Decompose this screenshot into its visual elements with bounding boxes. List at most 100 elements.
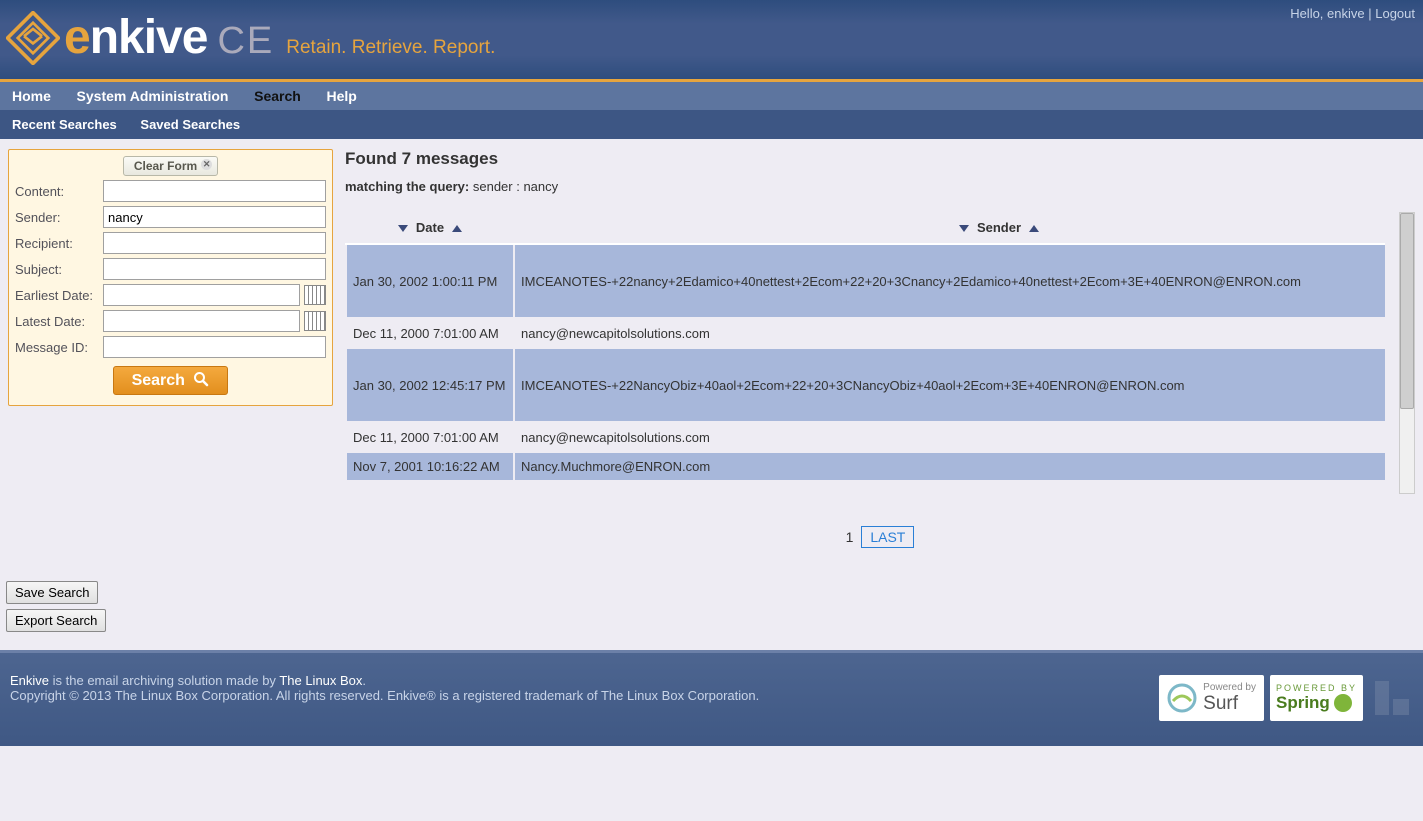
earliest-date-label: Earliest Date:: [15, 288, 103, 303]
cell-sender: Nancy.Muchmore@ENRON.com: [514, 452, 1401, 481]
surf-logo-icon: [1167, 683, 1197, 713]
nav-system-administration[interactable]: System Administration: [77, 88, 229, 104]
search-form-panel: Clear Form Content: Sender: Recipient: S…: [8, 149, 333, 406]
surf-badge[interactable]: Powered by Surf: [1159, 675, 1264, 721]
col-sender-header[interactable]: Sender: [514, 212, 1401, 244]
message-id-label: Message ID:: [15, 340, 103, 355]
cell-date: Nov 7, 2001 10:16:22 AM: [346, 452, 514, 481]
save-search-button[interactable]: Save Search: [6, 581, 98, 604]
cell-sender: IMCEANOTES-+22nancy+2Edamico+40nettest+2…: [514, 244, 1401, 318]
footer-text-1b: is the email archiving solution made by: [49, 673, 279, 688]
nav-search[interactable]: Search: [254, 88, 301, 104]
nav-home[interactable]: Home: [12, 88, 51, 104]
spring-powered-by: POWERED BY: [1276, 683, 1357, 693]
surf-name: Surf: [1203, 693, 1256, 715]
query-label: matching the query:: [345, 179, 469, 194]
edition-label: CE: [217, 20, 274, 63]
clear-form-button[interactable]: Clear Form: [123, 156, 218, 176]
scrollbar-thumb[interactable]: [1400, 213, 1414, 409]
results-table-scroll[interactable]: Date Sender: [345, 212, 1401, 511]
spring-name: Spring: [1276, 693, 1330, 713]
cell-date: [346, 481, 514, 510]
results-table: Date Sender: [345, 212, 1401, 511]
table-row[interactable]: Nov 7, 2001 10:16:22 AM Nancy.Muchmore@E…: [346, 452, 1401, 481]
query-text: sender : nancy: [469, 179, 558, 194]
search-button[interactable]: Search: [113, 366, 229, 395]
results-area: Found 7 messages matching the query: sen…: [345, 149, 1415, 563]
cell-sender: IMCEANOTES-+22NancyObiz+40aol+2Ecom+22+2…: [514, 348, 1401, 422]
col-sender-label: Sender: [977, 220, 1021, 235]
search-button-label: Search: [132, 372, 185, 389]
table-row[interactable]: Dec 11, 2000 7:01:00 AM nancy@newcapitol…: [346, 318, 1401, 348]
cell-date: Dec 11, 2000 7:01:00 AM: [346, 422, 514, 452]
logo-area: enkive CE Retain. Retrieve. Report.: [0, 0, 1423, 65]
cell-sender: nancy@newcapitolsolutions.com: [514, 422, 1401, 452]
page-last-link[interactable]: LAST: [861, 526, 914, 548]
linuxbox-logo-icon: [1369, 675, 1415, 721]
footer-enkive-link[interactable]: Enkive: [10, 673, 49, 688]
main-nav: Home System Administration Search Help: [0, 82, 1423, 110]
greeting-text: Hello, enkive: [1290, 6, 1364, 21]
query-line: matching the query: sender : nancy: [345, 179, 1415, 194]
recipient-label: Recipient:: [15, 236, 103, 251]
table-row[interactable]: Dec 11, 2000 7:01:00 AM nancy@newcapitol…: [346, 422, 1401, 452]
enkive-logo-icon: [6, 11, 60, 65]
user-bar: Hello, enkive | Logout: [1290, 6, 1415, 21]
cell-sender: [514, 481, 1401, 510]
brand-initial: e: [64, 10, 90, 65]
export-search-button[interactable]: Export Search: [6, 609, 106, 632]
cell-sender: nancy@newcapitolsolutions.com: [514, 318, 1401, 348]
results-heading: Found 7 messages: [345, 149, 1415, 169]
subnav-saved-searches[interactable]: Saved Searches: [140, 117, 240, 132]
surf-powered-by: Powered by: [1203, 682, 1256, 693]
col-date-header[interactable]: Date: [346, 212, 514, 244]
subnav-recent-searches[interactable]: Recent Searches: [12, 117, 117, 132]
footer-text-1d: .: [362, 673, 366, 688]
separator: |: [1365, 6, 1376, 21]
app-header: Hello, enkive | Logout enkive CE Retain.…: [0, 0, 1423, 82]
content-label: Content:: [15, 184, 103, 199]
calendar-icon[interactable]: [304, 285, 326, 305]
footer-linuxbox-link[interactable]: The Linux Box: [279, 673, 362, 688]
table-row[interactable]: Jan 30, 2002 12:45:17 PM IMCEANOTES-+22N…: [346, 348, 1401, 422]
recipient-input[interactable]: [103, 232, 326, 254]
spring-badge[interactable]: POWERED BY Spring: [1270, 675, 1363, 721]
logout-link[interactable]: Logout: [1375, 6, 1415, 21]
vertical-scrollbar[interactable]: [1399, 212, 1415, 494]
sub-nav: Recent Searches Saved Searches: [0, 110, 1423, 139]
search-icon: [193, 371, 209, 387]
sort-desc-icon[interactable]: [398, 225, 408, 232]
logo-text: enkive CE Retain. Retrieve. Report.: [64, 10, 495, 65]
subject-input[interactable]: [103, 258, 326, 280]
brand-rest: nkive: [90, 10, 208, 65]
table-row[interactable]: jim_bran: [346, 481, 1401, 510]
message-id-input[interactable]: [103, 336, 326, 358]
latest-date-label: Latest Date:: [15, 314, 103, 329]
linuxbox-badge[interactable]: [1369, 675, 1415, 721]
sort-asc-icon[interactable]: [452, 225, 462, 232]
pagination: 1 LAST: [345, 529, 1415, 545]
earliest-date-input[interactable]: [103, 284, 300, 306]
cell-date: Dec 11, 2000 7:01:00 AM: [346, 318, 514, 348]
sort-desc-icon[interactable]: [959, 225, 969, 232]
action-buttons: Save Search Export Search: [6, 581, 1423, 632]
calendar-icon[interactable]: [304, 311, 326, 331]
subject-label: Subject:: [15, 262, 103, 277]
content-area: Clear Form Content: Sender: Recipient: S…: [0, 139, 1423, 573]
latest-date-input[interactable]: [103, 310, 300, 332]
tagline: Retain. Retrieve. Report.: [286, 37, 495, 59]
nav-help[interactable]: Help: [326, 88, 356, 104]
footer-badges: Powered by Surf POWERED BY Spring: [1159, 675, 1415, 721]
col-date-label: Date: [416, 220, 444, 235]
sender-input[interactable]: [103, 206, 326, 228]
page-current: 1: [846, 529, 854, 545]
sender-label: Sender:: [15, 210, 103, 225]
results-table-wrap: Date Sender: [345, 212, 1415, 511]
cell-date: Jan 30, 2002 12:45:17 PM: [346, 348, 514, 422]
sort-asc-icon[interactable]: [1029, 225, 1039, 232]
spring-leaf-icon: [1334, 694, 1352, 712]
content-input[interactable]: [103, 180, 326, 202]
footer: Enkive is the email archiving solution m…: [0, 650, 1423, 746]
table-row[interactable]: Jan 30, 2002 1:00:11 PM IMCEANOTES-+22na…: [346, 244, 1401, 318]
cell-date: Jan 30, 2002 1:00:11 PM: [346, 244, 514, 318]
